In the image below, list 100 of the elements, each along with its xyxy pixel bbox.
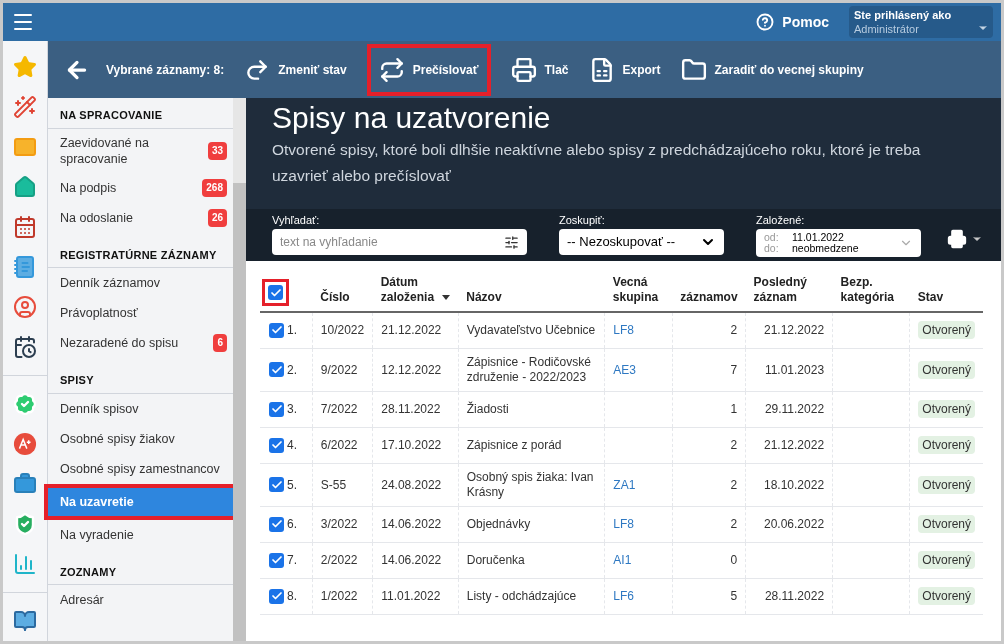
bar-chart-icon[interactable]: [12, 552, 38, 576]
select-all-checkbox[interactable]: [268, 285, 283, 300]
table-cell: 9/2022: [320, 362, 358, 377]
row-checkbox[interactable]: [269, 401, 284, 417]
toolbar-button[interactable]: Export: [588, 43, 661, 96]
group-link[interactable]: ZA1: [613, 477, 636, 492]
status-badge: Otvorený: [918, 360, 975, 379]
row-index: 8.: [287, 588, 297, 605]
count-badge: 26: [207, 208, 227, 227]
row-checkbox[interactable]: [269, 588, 284, 604]
repeat-arrows-icon: [378, 56, 405, 83]
sidebar-item[interactable]: Osobné spisy zamestnancov: [48, 453, 233, 484]
sidebar-item[interactable]: Nezaradené do spisu 6: [48, 328, 233, 358]
table-cell: 21.12.2022: [764, 438, 825, 452]
table-cell: 6/2022: [320, 438, 358, 452]
table-cell: 21.12.2022: [764, 323, 825, 338]
calendar-clock-icon[interactable]: [12, 335, 38, 359]
sidebar-item[interactable]: Zaevidované na spracovanie 33: [48, 128, 233, 173]
toolbar-button[interactable]: Zmeniť stav: [244, 43, 347, 96]
table-cell: 2: [730, 323, 738, 338]
table-cell: 7/2022: [320, 402, 358, 416]
help-icon: [756, 13, 775, 31]
row-checkbox[interactable]: [269, 437, 284, 453]
row-checkbox[interactable]: [269, 362, 284, 377]
toolbar-button[interactable]: Tlač: [510, 43, 569, 96]
search-input[interactable]: text na vyhľadanie: [280, 233, 480, 251]
row-checkbox[interactable]: [269, 516, 284, 532]
count-badge: 268: [202, 178, 227, 197]
group-link[interactable]: AI1: [613, 553, 632, 567]
table-cell: 28.11.2022: [381, 402, 441, 416]
column-header[interactable]: Posledný záznam: [753, 275, 825, 305]
table-cell: 24.08.2022: [381, 477, 442, 492]
row-index: 2.: [287, 361, 297, 379]
sidebar-item[interactable]: Denník spisov: [48, 393, 233, 424]
print-menu-button[interactable]: [947, 229, 983, 249]
row-index: 4.: [287, 437, 297, 454]
star-icon[interactable]: [12, 55, 38, 79]
search-label: Vyhľadať:: [272, 214, 321, 226]
user-dropdown[interactable]: Ste prihlásený ako Administrátor: [849, 6, 993, 38]
column-header[interactable]: Bezp. kategória: [840, 275, 902, 305]
group-select[interactable]: -- Nezoskupovať --: [559, 229, 724, 255]
group-link[interactable]: AE3: [613, 362, 636, 377]
group-link[interactable]: LF8: [613, 517, 634, 531]
column-header[interactable]: Vecná skupina: [612, 275, 665, 305]
sidebar-item[interactable]: Na podpis 268: [48, 172, 233, 203]
table-cell: 17.10.2022: [381, 438, 442, 452]
printer-icon: [947, 229, 967, 249]
table-cell: 2: [730, 517, 738, 531]
magic-wand-icon[interactable]: [12, 95, 38, 119]
table-cell: Zápisnice - Rodičovské združenie - 2022/2023: [466, 354, 591, 384]
column-header[interactable]: Dátum založenia: [380, 275, 451, 305]
row-index: 6.: [287, 516, 297, 533]
table-cell: Zápisnice z porád: [466, 437, 562, 452]
created-label: Založené:: [756, 214, 806, 226]
row-checkbox[interactable]: [269, 322, 284, 338]
status-badge: Otvorený: [918, 321, 975, 340]
column-header[interactable]: záznamov: [680, 290, 738, 305]
sliders-icon[interactable]: [504, 234, 519, 250]
row-checkbox[interactable]: [269, 552, 284, 568]
table-cell: 20.06.2022: [764, 517, 825, 531]
sidebar-item[interactable]: Adresár: [48, 585, 233, 615]
group-link[interactable]: LF6: [613, 589, 634, 603]
row-checkbox[interactable]: [269, 477, 284, 492]
sidebar-item[interactable]: Osobné spisy žiakov: [48, 423, 233, 454]
briefcase-icon[interactable]: [12, 472, 38, 496]
table-cell: 2/2022: [320, 553, 358, 567]
folder-icon: [680, 56, 707, 83]
table-cell: Žiadosti: [466, 401, 509, 416]
grade-icon[interactable]: [12, 432, 38, 456]
user-icon[interactable]: [12, 295, 38, 319]
table-cell: 3/2022: [320, 517, 358, 531]
table-cell: 11.01.2022: [381, 589, 441, 603]
sidebar-item[interactable]: Denník záznamov: [48, 268, 233, 298]
help-button[interactable]: Pomoc: [756, 11, 829, 33]
page-title: Spisy na uzatvorenie: [272, 101, 552, 135]
column-header[interactable]: Stav: [917, 290, 944, 305]
sidebar-item[interactable]: Na odoslanie 26: [48, 202, 233, 233]
column-header[interactable]: Číslo: [320, 290, 350, 305]
check-badge-icon[interactable]: [12, 392, 38, 416]
table-cell: 7: [730, 362, 738, 377]
status-badge: Otvorený: [918, 587, 975, 605]
toolbar-button[interactable]: Zaradiť do vecnej skupiny: [680, 43, 864, 96]
row-index: 5.: [287, 476, 297, 494]
scrollbar-thumb[interactable]: [233, 183, 246, 641]
table-cell: Listy - odchádzajúce: [466, 588, 577, 603]
table-cell: 1/2022: [320, 589, 358, 603]
house-icon[interactable]: [12, 175, 38, 199]
column-header[interactable]: Názov: [466, 290, 502, 305]
calendar-icon[interactable]: [12, 215, 38, 239]
page-description: Otvorené spisy, ktoré boli dlhšie neaktívne alebo spisy z predchádzajúceho roku, ktoré je treba uzavrieť alebo prečíslovať: [272, 140, 922, 186]
date-range-field[interactable]: od: 11.01.2022 do: neobmedzene: [756, 229, 921, 257]
open-book-icon[interactable]: [12, 609, 38, 633]
printer-icon: [510, 56, 537, 83]
table-cell: 1: [730, 402, 738, 416]
search-field[interactable]: text na vyhľadanie: [272, 229, 527, 255]
group-link[interactable]: LF8: [613, 323, 634, 338]
row-index: 1.: [287, 322, 297, 340]
sidebar-item[interactable]: Právoplatnosť: [48, 298, 233, 328]
sidebar-item[interactable]: Na vyradenie: [48, 519, 233, 550]
toolbar-button[interactable]: Prečíslovať: [366, 43, 491, 96]
